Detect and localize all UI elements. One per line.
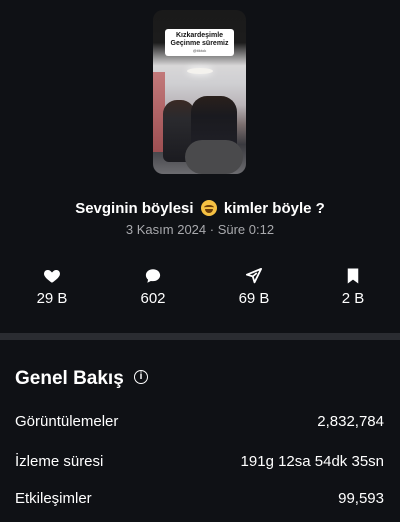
video-title: Sevginin böylesi kimler böyle ? [0,200,400,217]
overview-section: Genel Bakış i Görüntülemeler 2,832,784 İ… [0,340,400,522]
engagements-label: Etkileşimler [15,490,92,507]
views-label: Görüntülemeler [15,413,119,430]
video-summary: Kızkardeşimle Geçinme süremiz @tiktok Se… [0,0,400,333]
section-divider [0,333,400,340]
comments-count: 602 [140,290,166,307]
stat-saves: 2 B [318,267,388,307]
caption-handle: @tiktok [192,48,207,53]
stat-shares: 69 B [219,267,289,307]
share-arrow-icon [245,267,263,284]
stat-likes: 29 B [17,267,87,307]
heart-icon [44,270,60,283]
thumbnail-lamp [187,68,213,74]
thumbnail-caption: Kızkardeşimle Geçinme süremiz @tiktok [165,29,234,56]
shares-count: 69 B [238,290,270,307]
engagements-value: 99,593 [338,490,384,507]
video-meta: 3 Kasım 2024 · Süre 0:12 [125,222,275,237]
views-value: 2,832,784 [317,413,384,430]
watch-time-value: 191g 12sa 54dk 35sn [240,453,384,470]
bookmark-icon [347,268,359,284]
likes-count: 29 B [36,290,68,307]
watch-time-label: İzleme süresi [15,453,104,470]
saves-count: 2 B [341,290,365,307]
thumbnail-knees [185,140,243,174]
video-title-start: Sevginin böylesi [75,200,194,217]
video-title-end: kimler böyle ? [223,200,325,217]
caption-line-1: Kızkardeşimle [175,32,224,39]
info-icon[interactable]: i [134,370,148,384]
comment-icon [145,269,161,283]
caption-line-2: Geçinme süremiz [170,40,229,47]
stat-comments: 602 [118,267,188,307]
grinning-sweat-emoji-icon [200,200,217,216]
video-thumbnail[interactable]: Kızkardeşimle Geçinme süremiz @tiktok [153,10,246,174]
overview-title: Genel Bakış [15,368,124,389]
